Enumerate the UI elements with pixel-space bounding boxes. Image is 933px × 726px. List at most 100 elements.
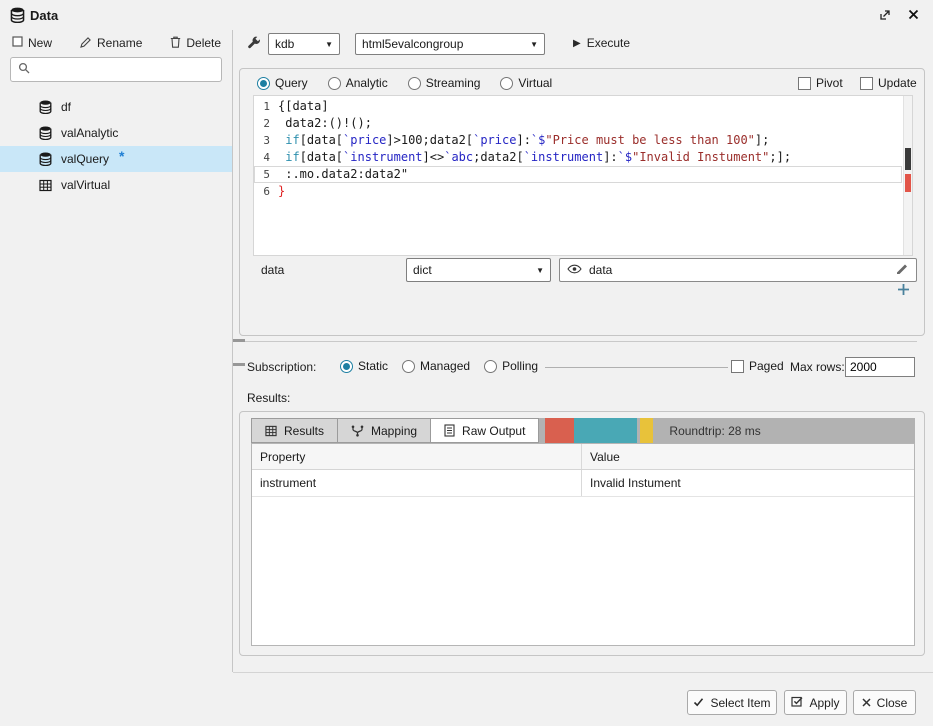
column-header-value[interactable]: Value bbox=[582, 444, 914, 469]
database-icon bbox=[10, 7, 25, 26]
radio-icon bbox=[500, 77, 513, 90]
execute-button[interactable]: ▶ Execute bbox=[573, 36, 630, 50]
subscription-radios: Static Managed Polling bbox=[340, 359, 538, 373]
x-icon bbox=[862, 696, 871, 710]
modified-indicator: * bbox=[119, 149, 124, 163]
rename-button[interactable]: Rename bbox=[80, 36, 142, 51]
max-rows-label: Max rows: bbox=[790, 360, 845, 374]
line-number: 6 bbox=[254, 183, 278, 200]
subscription-managed-radio[interactable]: Managed bbox=[402, 359, 470, 373]
footer-divider bbox=[233, 672, 933, 673]
delete-button[interactable]: Delete bbox=[170, 36, 221, 51]
apply-icon bbox=[791, 696, 803, 710]
query-panel: kdb▼ html5evalcongroup▼ ▶ Execute Query A… bbox=[233, 30, 933, 726]
radio-icon bbox=[484, 360, 497, 373]
doc-icon bbox=[444, 424, 455, 437]
add-parameter-icon[interactable] bbox=[897, 283, 910, 299]
subscription-polling-radio[interactable]: Polling bbox=[484, 359, 538, 373]
table-cell: Invalid Instument bbox=[582, 470, 914, 496]
radio-icon bbox=[340, 360, 353, 373]
chevron-down-icon: ▼ bbox=[536, 266, 544, 275]
roundtrip-text: Roundtrip: 28 ms bbox=[669, 424, 760, 438]
parameter-value-field[interactable]: data bbox=[559, 258, 917, 282]
select-item-button[interactable]: Select Item bbox=[687, 690, 777, 715]
results-label: Results: bbox=[247, 391, 290, 405]
tab-results[interactable]: Results bbox=[251, 418, 338, 443]
item-label: valQuery bbox=[61, 152, 109, 166]
new-icon bbox=[12, 36, 23, 50]
code-line[interactable]: 4 if[data[`instrument]<>`abc;data2[`inst… bbox=[254, 149, 902, 166]
checkbox-icon bbox=[798, 77, 811, 90]
item-label: valAnalytic bbox=[61, 126, 118, 140]
trash-icon bbox=[170, 36, 181, 51]
tab-raw-output[interactable]: Raw Output bbox=[431, 418, 539, 443]
chevron-down-icon: ▼ bbox=[530, 40, 538, 49]
connection-group-select[interactable]: html5evalcongroup▼ bbox=[355, 33, 545, 55]
paged-checkbox[interactable]: Paged bbox=[731, 359, 784, 373]
pivot-checkbox[interactable]: Pivot bbox=[798, 76, 843, 90]
table-row[interactable]: instrumentInvalid Instument bbox=[252, 470, 914, 497]
results-groupbox: ResultsMappingRaw Output Roundtrip: 28 m… bbox=[239, 411, 925, 656]
line-number: 1 bbox=[254, 98, 278, 115]
list-item-valAnalytic[interactable]: valAnalytic bbox=[0, 120, 232, 146]
radio-icon bbox=[408, 77, 421, 90]
query-type-streaming-radio[interactable]: Streaming bbox=[408, 76, 481, 90]
roundtrip-segment bbox=[574, 418, 637, 443]
list-item-valQuery[interactable]: valQuery * bbox=[0, 146, 232, 172]
list-item-valVirtual[interactable]: valVirtual bbox=[0, 172, 232, 198]
query-type-query-radio[interactable]: Query bbox=[257, 76, 308, 90]
search-input[interactable] bbox=[36, 63, 214, 77]
close-icon[interactable] bbox=[908, 9, 919, 23]
roundtrip-segment bbox=[545, 418, 574, 443]
database-icon bbox=[38, 126, 52, 140]
code-line[interactable]: 6} bbox=[254, 183, 902, 200]
column-header-property[interactable]: Property bbox=[252, 444, 582, 469]
editor-scrollbar[interactable] bbox=[903, 96, 912, 255]
splitter-handle[interactable] bbox=[233, 339, 245, 342]
search-box[interactable] bbox=[10, 57, 222, 82]
results-tabstrip: ResultsMappingRaw Output Roundtrip: 28 m… bbox=[251, 418, 915, 443]
subscription-static-radio[interactable]: Static bbox=[340, 359, 388, 373]
expand-icon[interactable] bbox=[879, 9, 891, 24]
radio-icon bbox=[328, 77, 341, 90]
list-item-df[interactable]: df bbox=[0, 94, 232, 120]
query-groupbox: Query Analytic Streaming Virtual Pivot Upda… bbox=[239, 68, 925, 336]
code-editor[interactable]: 1{[data]2 data2:()!();3 if[data[`price]>… bbox=[253, 95, 913, 256]
parameter-row: data dict▼ data bbox=[240, 257, 924, 283]
line-number: 4 bbox=[254, 149, 278, 166]
checkbox-icon bbox=[731, 360, 744, 373]
tab-mapping[interactable]: Mapping bbox=[338, 418, 431, 443]
code-line[interactable]: 1{[data] bbox=[254, 98, 902, 115]
table-icon bbox=[38, 179, 52, 192]
parameter-name: data bbox=[261, 263, 284, 277]
update-checkbox[interactable]: Update bbox=[860, 76, 917, 90]
item-label: valVirtual bbox=[61, 178, 110, 192]
horizontal-splitter[interactable] bbox=[239, 341, 917, 342]
code-line[interactable]: 3 if[data[`price]>100;data2[`price]:`$"P… bbox=[254, 132, 902, 149]
edit-value-icon[interactable] bbox=[895, 263, 909, 277]
sidebar: New Rename Delete df valAnalytic valQuery *… bbox=[0, 30, 232, 726]
server-select[interactable]: kdb▼ bbox=[268, 33, 340, 55]
code-line[interactable]: 5 :.mo.data2:data2" bbox=[254, 166, 902, 183]
eye-icon bbox=[567, 263, 582, 277]
max-rows-input[interactable] bbox=[845, 357, 915, 377]
scrollbar-thumb[interactable] bbox=[905, 148, 911, 170]
query-list: df valAnalytic valQuery * valVirtual bbox=[0, 94, 232, 198]
search-icon bbox=[18, 62, 30, 77]
data-dialog: Data New Rename Delete dfvalAnalyticvalQ bbox=[0, 0, 933, 726]
pencil-icon bbox=[80, 36, 92, 51]
apply-button[interactable]: Apply bbox=[784, 690, 847, 715]
code-line[interactable]: 2 data2:()!(); bbox=[254, 115, 902, 132]
line-number: 3 bbox=[254, 132, 278, 149]
code-lines: 1{[data]2 data2:()!();3 if[data[`price]>… bbox=[254, 98, 902, 200]
query-type-virtual-radio[interactable]: Virtual bbox=[500, 76, 552, 90]
query-type-radios: Query Analytic Streaming Virtual bbox=[257, 74, 552, 92]
query-type-analytic-radio[interactable]: Analytic bbox=[328, 76, 388, 90]
database-icon bbox=[38, 152, 52, 166]
line-number: 5 bbox=[254, 166, 278, 183]
close-button[interactable]: Close bbox=[853, 690, 916, 715]
parameter-type-select[interactable]: dict▼ bbox=[406, 258, 551, 282]
chevron-down-icon: ▼ bbox=[325, 40, 333, 49]
connection-tools-icon[interactable] bbox=[247, 36, 261, 53]
new-button[interactable]: New bbox=[12, 36, 52, 50]
